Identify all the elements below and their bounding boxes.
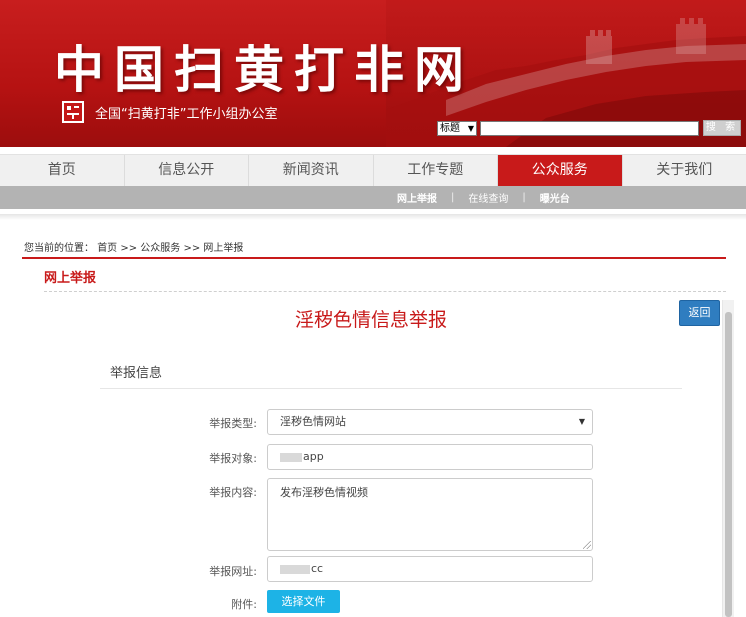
- resize-handle-icon[interactable]: [583, 541, 591, 549]
- caret-down-icon: ▼: [578, 417, 585, 426]
- attachment-label: 附件:: [231, 598, 257, 611]
- subnav-divider: |: [522, 192, 526, 203]
- scrollbar[interactable]: [722, 300, 734, 617]
- scrollbar-thumb[interactable]: [725, 312, 732, 617]
- report-target-value: app: [303, 450, 324, 463]
- section-divider: [44, 291, 726, 292]
- report-content-label: 举报内容:: [209, 486, 257, 499]
- report-url-input[interactable]: cc: [267, 556, 593, 582]
- nav-item-about[interactable]: 关于我们: [623, 155, 746, 186]
- search-scope-select[interactable]: 标题 ▼: [437, 121, 477, 136]
- report-content-value: 发布淫秽色情视频: [280, 486, 368, 499]
- nav-item-info-disclosure[interactable]: 信息公开: [125, 155, 249, 186]
- fieldset-divider: [100, 388, 682, 389]
- caret-down-icon: ▼: [467, 124, 474, 133]
- choose-file-button[interactable]: 选择文件: [267, 590, 340, 613]
- nav-item-home[interactable]: 首页: [0, 155, 125, 186]
- nav-item-topics[interactable]: 工作专题: [374, 155, 498, 186]
- report-content-textarea[interactable]: 发布淫秽色情视频: [267, 478, 593, 551]
- fieldset-legend: 举报信息: [110, 366, 163, 381]
- report-type-select[interactable]: 淫秽色情网站 ▼: [267, 409, 593, 435]
- report-type-value: 淫秽色情网站: [280, 415, 346, 428]
- search-scope-value: 标题: [440, 123, 460, 134]
- breadcrumb: 您当前的位置： 首页 >> 公众服务 >> 网上举报: [24, 239, 243, 254]
- nav-shadow: [0, 214, 746, 220]
- site-title: 中国扫黄打非网: [54, 40, 474, 99]
- nav-item-news[interactable]: 新闻资讯: [249, 155, 374, 186]
- report-type-label: 举报类型:: [209, 417, 257, 430]
- form-title-text: 淫秽色情信息举报: [294, 309, 447, 331]
- nav-item-public-service[interactable]: 公众服务: [498, 155, 623, 186]
- subnav-item-online-report[interactable]: 网上举报: [397, 190, 437, 205]
- report-url-value: cc: [311, 562, 324, 575]
- redacted-text: [280, 564, 310, 574]
- back-button[interactable]: 返回: [679, 300, 720, 326]
- report-target-label: 举报对象:: [209, 452, 257, 465]
- section-heading: 网上举报: [44, 271, 97, 286]
- site-banner: 中国扫黄打非网 全国“扫黄打非”工作小组办公室 标题 ▼ 搜 索: [0, 0, 746, 147]
- report-target-input[interactable]: app: [267, 444, 593, 470]
- subnav-item-exposure[interactable]: 曝光台: [540, 190, 570, 205]
- search-input[interactable]: [480, 121, 699, 136]
- subnav-item-online-query[interactable]: 在线查询: [468, 190, 508, 205]
- redacted-text: [280, 452, 302, 462]
- form-title: 淫秽色情信息举报: [0, 305, 746, 332]
- seal-icon: [62, 101, 84, 123]
- subnav-divider: |: [451, 192, 455, 203]
- breadcrumb-divider: [22, 257, 726, 259]
- org-name: 全国“扫黄打非”工作小组办公室: [95, 107, 278, 122]
- breadcrumb-path[interactable]: 首页 >> 公众服务 >> 网上举报: [97, 243, 243, 254]
- sub-nav: 网上举报 | 在线查询 | 曝光台: [0, 186, 746, 209]
- search-button[interactable]: 搜 索: [703, 120, 741, 136]
- report-url-label: 举报网址:: [209, 565, 257, 578]
- main-nav: 首页 信息公开 新闻资讯 工作专题 公众服务 关于我们: [0, 154, 746, 186]
- breadcrumb-prefix: 您当前的位置：: [24, 243, 94, 254]
